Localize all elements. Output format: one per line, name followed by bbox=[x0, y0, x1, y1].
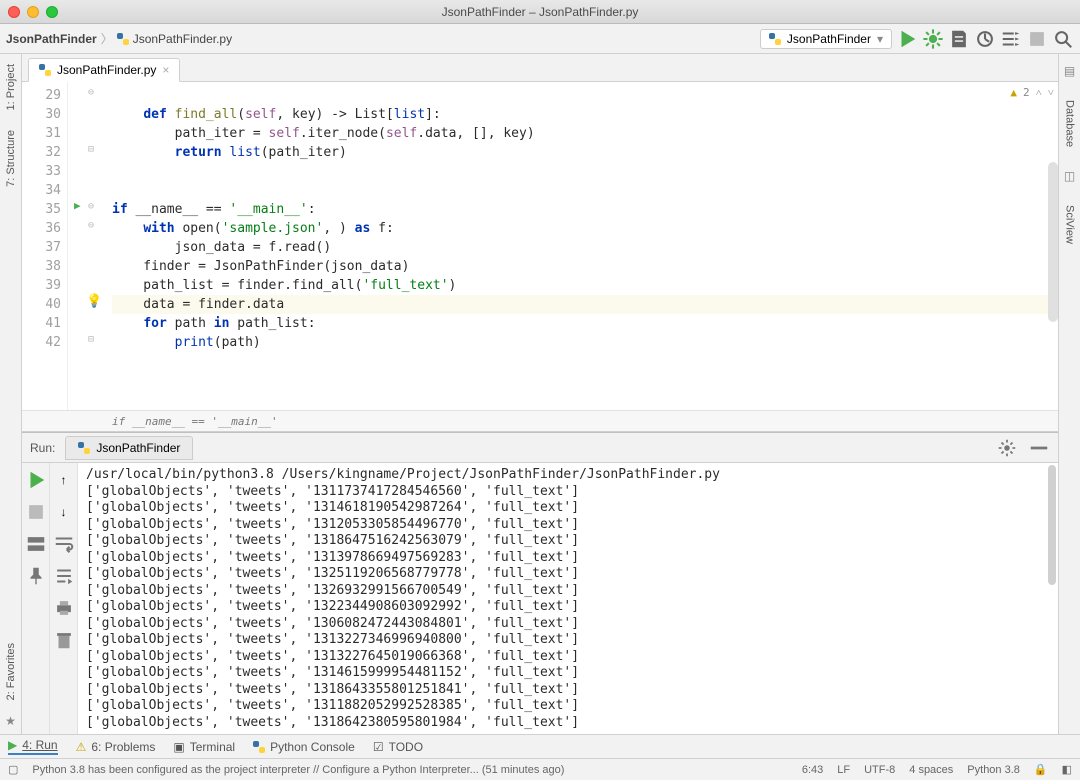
hide-toolwindow-button[interactable] bbox=[1028, 437, 1050, 459]
code-content[interactable]: def find_all(self, key) -> List[list]: p… bbox=[108, 82, 1058, 410]
todo-tab-button[interactable]: ☑TODO bbox=[373, 740, 423, 754]
pin-button[interactable] bbox=[25, 565, 47, 587]
fold-end-icon: ⊟ bbox=[88, 144, 94, 155]
left-tool-stripe: 1: Project 7: Structure 2: Favorites ★ bbox=[0, 54, 22, 734]
fold-end-icon: ⊟ bbox=[88, 334, 94, 345]
project-toolwindow-tab[interactable]: 1: Project bbox=[3, 58, 19, 116]
right-tool-stripe: ▤ Database ◫ SciView bbox=[1058, 54, 1080, 734]
run-settings-button[interactable] bbox=[996, 437, 1018, 459]
structure-toolwindow-tab[interactable]: 7: Structure bbox=[3, 124, 19, 193]
status-bar: ▢ Python 3.8 has been configured as the … bbox=[0, 758, 1080, 780]
run-tool-column-right: ↑ ↓ bbox=[50, 463, 78, 734]
breadcrumb-file[interactable]: JsonPathFinder.py bbox=[133, 32, 232, 46]
caret-position[interactable]: 6:43 bbox=[802, 764, 823, 776]
chevron-down-icon: ▾ bbox=[877, 32, 883, 46]
layout-button[interactable] bbox=[25, 533, 47, 555]
database-icon: ▤ bbox=[1064, 64, 1075, 78]
down-stack-button[interactable]: ↓ bbox=[53, 501, 75, 523]
play-icon: ▶ bbox=[8, 738, 17, 752]
ide-status-icon[interactable]: ◧ bbox=[1062, 763, 1072, 776]
toolbar-actions: JsonPathFinder ▾ bbox=[760, 28, 1074, 50]
editor-scrollbar[interactable] bbox=[1048, 162, 1058, 322]
run-tool-column-left bbox=[22, 463, 50, 734]
editor-context-crumb[interactable]: if __name__ == '__main__' bbox=[112, 415, 278, 428]
chevron-right-icon: 〉 bbox=[101, 30, 113, 47]
run-tab-button[interactable]: ▶ 4: Run bbox=[8, 738, 58, 755]
python-interpreter[interactable]: Python 3.8 bbox=[967, 764, 1020, 776]
prev-highlight-icon[interactable]: ˄ bbox=[1036, 86, 1042, 99]
run-header: Run: JsonPathFinder bbox=[22, 433, 1058, 463]
editor-tab[interactable]: JsonPathFinder.py × bbox=[28, 58, 180, 82]
editor-tab-label: JsonPathFinder.py bbox=[57, 63, 156, 77]
editor-region: JsonPathFinder.py × 29 30 31 32 33 34 35… bbox=[22, 54, 1058, 734]
run-config-selector[interactable]: JsonPathFinder ▾ bbox=[760, 29, 892, 49]
main-toolbar: JsonPathFinder 〉 JsonPathFinder.py JsonP… bbox=[0, 24, 1080, 54]
favorites-toolwindow-tab[interactable]: 2: Favorites bbox=[3, 637, 19, 706]
intention-bulb-icon[interactable]: 💡 bbox=[86, 294, 102, 309]
sciview-toolwindow-tab[interactable]: SciView bbox=[1062, 199, 1078, 250]
stop-button[interactable] bbox=[1026, 28, 1048, 50]
python-icon bbox=[769, 33, 781, 45]
database-toolwindow-tab[interactable]: Database bbox=[1062, 94, 1078, 153]
python-file-icon bbox=[39, 64, 51, 76]
main-area: 1: Project 7: Structure 2: Favorites ★ J… bbox=[0, 54, 1080, 734]
warning-icon: ▲ bbox=[1010, 86, 1017, 99]
debug-button[interactable] bbox=[922, 28, 944, 50]
marker-gutter: ▶ 💡 ⊖ ⊟ ⊖ ⊖ ⊟ bbox=[68, 82, 108, 410]
breadcrumb-project[interactable]: JsonPathFinder bbox=[6, 32, 97, 46]
breadcrumb: JsonPathFinder 〉 JsonPathFinder.py bbox=[6, 30, 232, 47]
status-message[interactable]: Python 3.8 has been configured as the pr… bbox=[32, 764, 564, 776]
python-console-tab-button[interactable]: Python Console bbox=[253, 740, 355, 754]
titlebar: JsonPathFinder – JsonPathFinder.py bbox=[0, 0, 1080, 24]
run-tab[interactable]: JsonPathFinder bbox=[65, 436, 193, 460]
star-icon: ★ bbox=[5, 714, 16, 728]
fold-icon[interactable]: ⊖ bbox=[88, 220, 94, 231]
scroll-end-button[interactable] bbox=[53, 565, 75, 587]
problems-tab-button[interactable]: ⚠6: Problems bbox=[76, 740, 156, 754]
editor-tabbar: JsonPathFinder.py × bbox=[22, 54, 1058, 82]
python-icon bbox=[78, 442, 90, 454]
file-encoding[interactable]: UTF-8 bbox=[864, 764, 895, 776]
soft-wrap-button[interactable] bbox=[53, 533, 75, 555]
run-button[interactable] bbox=[896, 28, 918, 50]
terminal-tab-button[interactable]: ▣Terminal bbox=[173, 740, 235, 754]
print-button[interactable] bbox=[53, 597, 75, 619]
line-separator[interactable]: LF bbox=[837, 764, 850, 776]
todo-icon: ☑ bbox=[373, 740, 384, 754]
terminal-icon: ▣ bbox=[173, 740, 184, 754]
python-file-icon bbox=[117, 33, 129, 45]
search-everywhere-button[interactable] bbox=[1052, 28, 1074, 50]
warning-count: 2 bbox=[1023, 86, 1030, 99]
coverage-button[interactable] bbox=[948, 28, 970, 50]
up-stack-button[interactable]: ↑ bbox=[53, 469, 75, 491]
code-editor[interactable]: 29 30 31 32 33 34 35 36 37 38 39 40 41 4… bbox=[22, 82, 1058, 410]
clear-all-button[interactable] bbox=[53, 629, 75, 651]
run-line-marker-icon[interactable]: ▶ bbox=[74, 199, 81, 212]
close-tab-icon[interactable]: × bbox=[162, 63, 169, 77]
warning-icon: ⚠ bbox=[76, 740, 87, 754]
run-toolwindow: Run: JsonPathFinder ↑ ↓ bbox=[22, 432, 1058, 734]
concurrency-button[interactable] bbox=[1000, 28, 1022, 50]
run-config-name: JsonPathFinder bbox=[787, 32, 871, 46]
sciview-icon: ◫ bbox=[1064, 169, 1075, 183]
fold-icon[interactable]: ⊖ bbox=[88, 87, 94, 98]
python-icon bbox=[253, 741, 265, 753]
run-tab-label: JsonPathFinder bbox=[96, 441, 180, 455]
line-number-gutter: 29 30 31 32 33 34 35 36 37 38 39 40 41 4… bbox=[22, 82, 68, 410]
fold-icon[interactable]: ⊖ bbox=[88, 201, 94, 212]
window-title: JsonPathFinder – JsonPathFinder.py bbox=[0, 5, 1080, 19]
run-body: ↑ ↓ /usr/local/bin/python3.8 /Users/king… bbox=[22, 463, 1058, 734]
run-tab-label: 4: Run bbox=[22, 738, 57, 752]
indent-settings[interactable]: 4 spaces bbox=[909, 764, 953, 776]
rerun-button[interactable] bbox=[25, 469, 47, 491]
read-only-toggle-icon[interactable]: 🔒 bbox=[1034, 763, 1048, 776]
editor-breadcrumb-bar: if __name__ == '__main__' bbox=[22, 410, 1058, 432]
run-label: Run: bbox=[30, 441, 55, 455]
stop-run-button[interactable] bbox=[25, 501, 47, 523]
console-scrollbar[interactable] bbox=[1048, 465, 1056, 585]
toolwindows-quick-access-icon[interactable]: ▢ bbox=[8, 763, 18, 776]
console-output[interactable]: /usr/local/bin/python3.8 /Users/kingname… bbox=[78, 463, 1058, 734]
profile-button[interactable] bbox=[974, 28, 996, 50]
bottom-toolwindow-tabs: ▶ 4: Run ⚠6: Problems ▣Terminal Python Co… bbox=[0, 734, 1080, 758]
